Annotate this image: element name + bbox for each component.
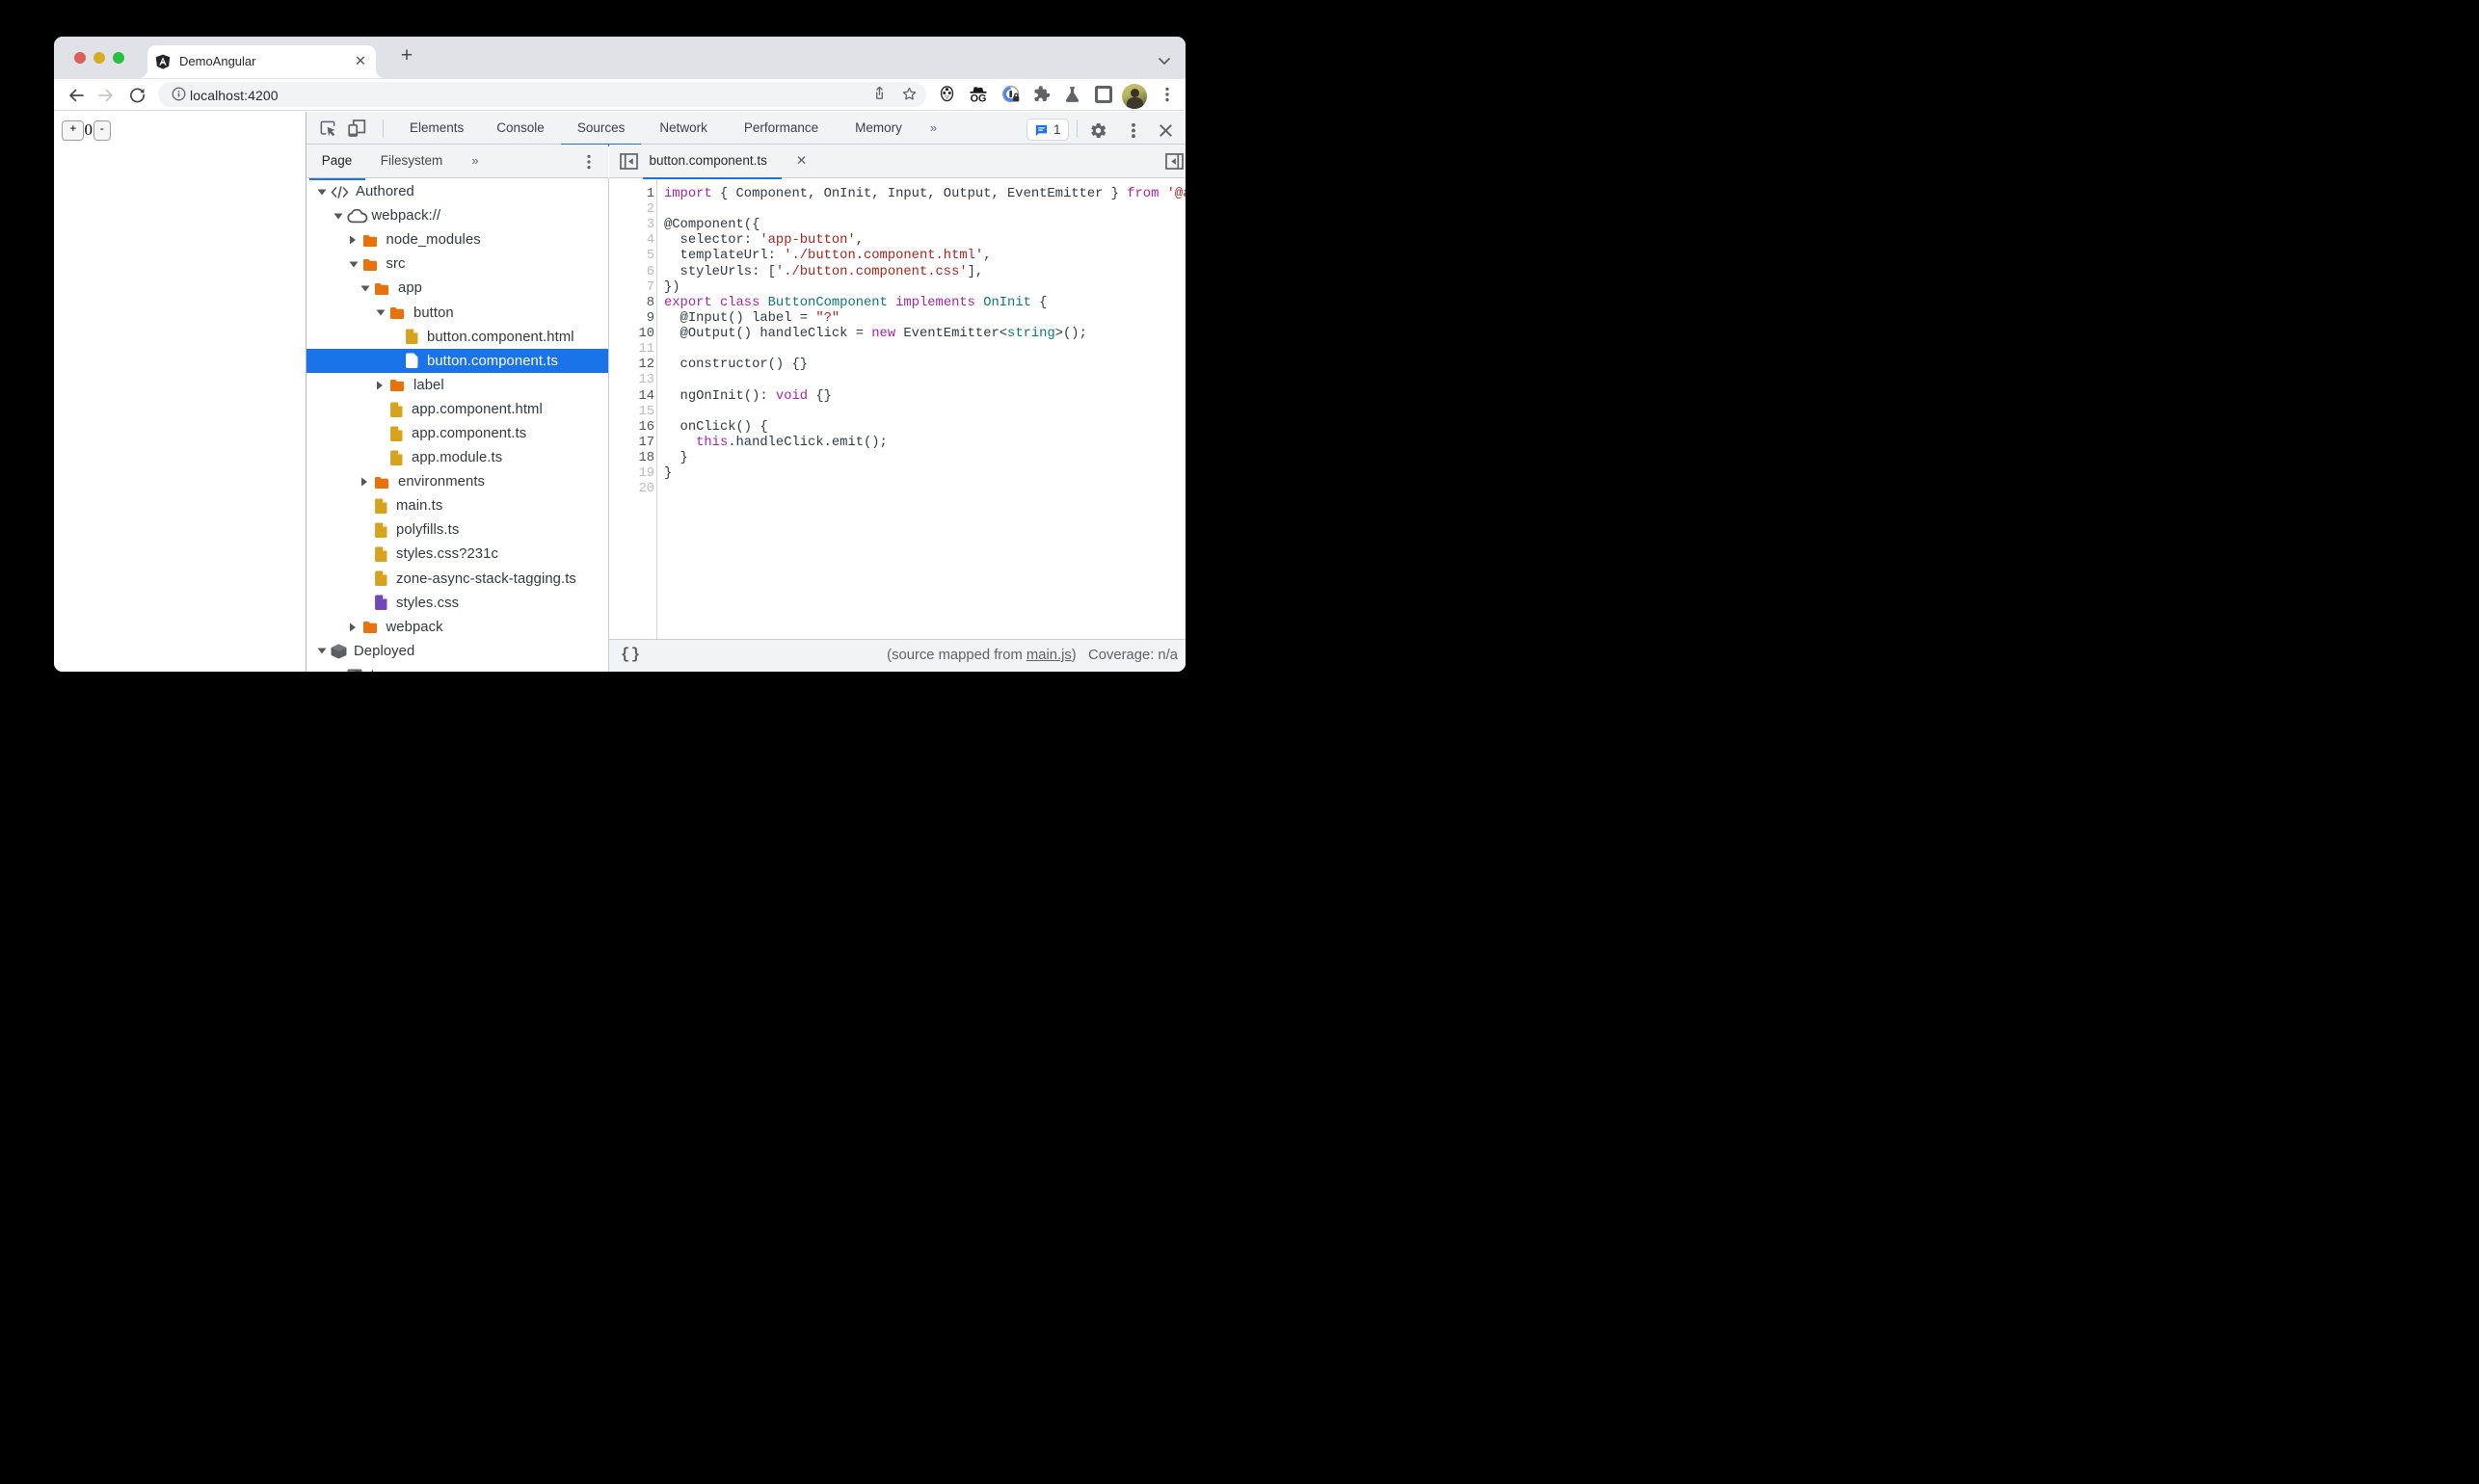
- svg-text:OG: OG: [971, 93, 987, 103]
